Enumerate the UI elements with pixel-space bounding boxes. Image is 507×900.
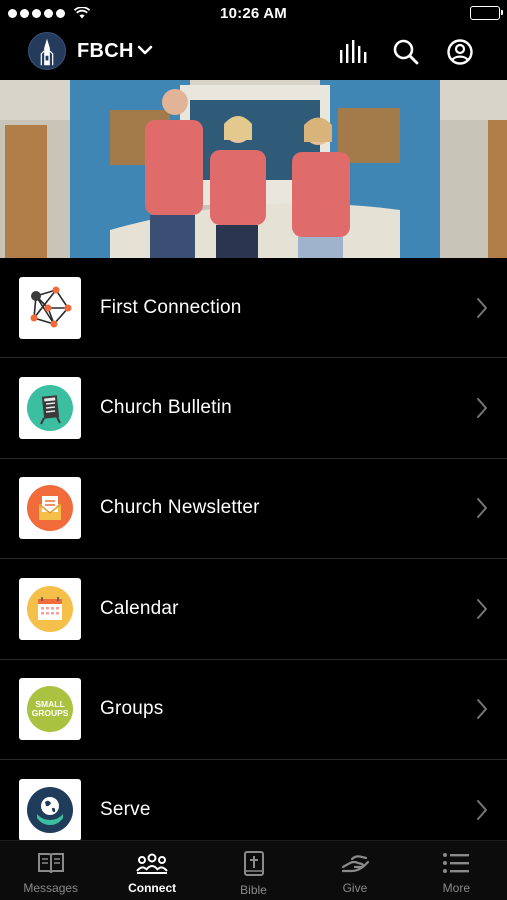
list-item-label: Groups: [100, 698, 164, 720]
newsletter-envelope-icon: [19, 477, 81, 540]
list-item-church-bulletin[interactable]: Church Bulletin: [0, 358, 507, 459]
bulletin-icon: [19, 377, 81, 440]
battery-icon: [470, 6, 503, 20]
chevron-right-icon: [477, 598, 487, 619]
list-item-groups[interactable]: SMALL GROUPS Groups: [0, 660, 507, 760]
profile-icon[interactable]: [444, 38, 476, 66]
church-steeple-icon: [40, 38, 54, 66]
list-item-first-connection[interactable]: First Connection: [0, 258, 507, 359]
chevron-right-icon: [477, 699, 487, 720]
people-group-icon: [136, 853, 168, 874]
chevron-down-icon[interactable]: [137, 44, 153, 56]
list-item-label: Serve: [100, 798, 151, 820]
globe-hand-icon: [19, 778, 81, 840]
hero-banner-image[interactable]: [0, 80, 507, 258]
chevron-right-icon: [477, 398, 487, 419]
chevron-right-icon: [477, 297, 487, 318]
tab-more[interactable]: More: [406, 841, 507, 900]
list-menu-icon: [443, 853, 470, 873]
tab-bible[interactable]: Bible: [203, 841, 304, 900]
tab-connect[interactable]: Connect: [101, 841, 202, 900]
tab-label: More: [442, 881, 470, 895]
small-groups-icon: SMALL GROUPS: [19, 678, 81, 741]
list-item-church-newsletter[interactable]: Church Newsletter: [0, 459, 507, 560]
chevron-right-icon: [477, 799, 487, 820]
church-name[interactable]: FBCH: [77, 40, 134, 63]
audio-levels-icon[interactable]: [337, 38, 369, 66]
tab-messages[interactable]: Messages: [0, 841, 101, 900]
giving-hand-icon: [341, 855, 370, 873]
list-item-serve[interactable]: Serve: [0, 760, 507, 840]
tab-label: Messages: [23, 881, 79, 895]
network-icon: [19, 276, 81, 339]
list-item-label: Church Newsletter: [100, 497, 260, 519]
bible-icon: [243, 851, 264, 876]
search-icon[interactable]: [390, 38, 422, 66]
tab-label: Connect: [128, 881, 177, 895]
tab-label: Bible: [240, 883, 267, 897]
list-item-calendar[interactable]: Calendar: [0, 559, 507, 660]
list-item-label: Church Bulletin: [100, 397, 232, 419]
connect-list: First Connection Church Bulletin Church …: [0, 258, 507, 840]
church-logo[interactable]: [28, 32, 66, 70]
open-book-icon: [37, 853, 64, 874]
status-time: 10:26 AM: [220, 5, 287, 22]
tab-give[interactable]: Give: [304, 841, 405, 900]
list-item-label: Calendar: [100, 597, 179, 619]
small-groups-text-2: GROUPS: [32, 708, 69, 718]
tab-label: Give: [342, 881, 368, 895]
calendar-icon: [19, 577, 81, 640]
chevron-right-icon: [477, 498, 487, 519]
list-item-label: First Connection: [100, 296, 242, 318]
bottom-tab-bar: Messages Connect Bible Give More: [0, 840, 507, 900]
status-bar: 10:26 AM: [0, 0, 507, 26]
